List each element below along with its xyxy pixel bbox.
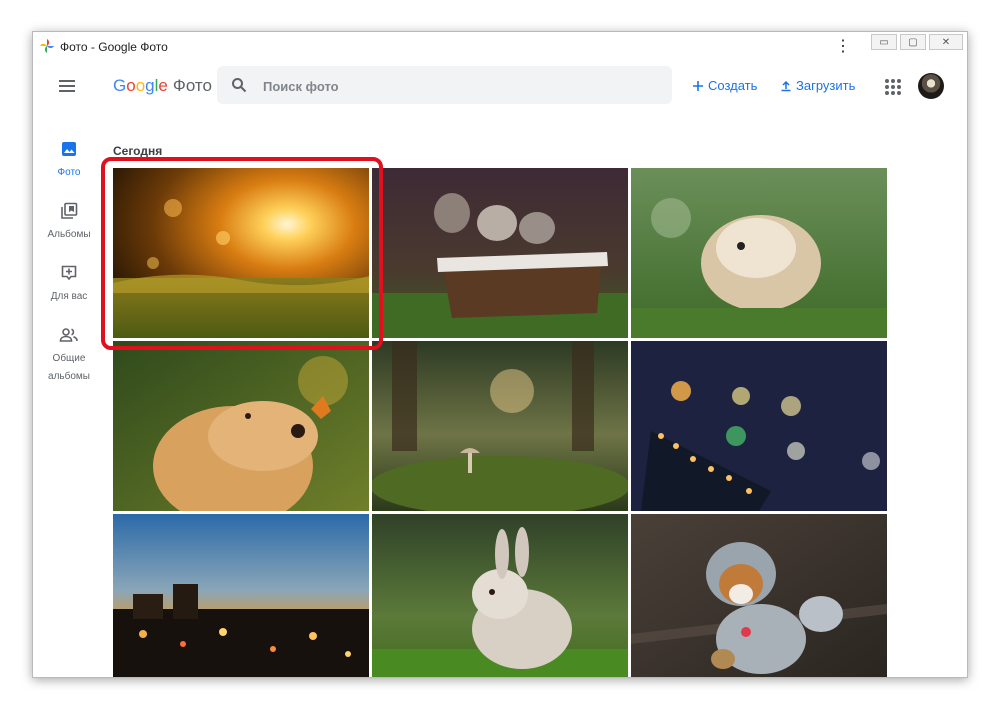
apps-dot	[891, 91, 895, 95]
hamburger-line	[59, 85, 75, 87]
create-button[interactable]: Создать	[692, 78, 757, 93]
sidebar-item-label: Для вас	[50, 291, 88, 302]
upload-label: Загрузить	[796, 78, 856, 93]
create-label: Создать	[708, 78, 758, 93]
more-options-icon[interactable]: ⋮	[835, 38, 851, 56]
apps-dot	[891, 79, 895, 83]
title-bar: Фото - Google Фото ⋮ ▭ ▢ ✕	[33, 32, 967, 60]
for-you-icon	[61, 265, 77, 281]
photo-tile-city-night[interactable]	[113, 514, 369, 678]
main-menu-button[interactable]	[56, 77, 78, 99]
photo-tile-kittens[interactable]	[372, 168, 628, 338]
search-bar[interactable]	[217, 66, 672, 106]
sidebar-item-for-you[interactable]: Для вас	[33, 264, 105, 326]
sidebar-item-shared-albums[interactable]: Общие альбомы	[33, 326, 105, 388]
photo-tile-rabbit[interactable]	[372, 514, 628, 678]
hamburger-line	[59, 90, 75, 92]
sidebar-item-label: Фото	[57, 167, 81, 178]
date-section-title: Сегодня	[113, 144, 163, 158]
google-photos-icon	[40, 39, 54, 53]
photo-tile-mushroom[interactable]	[372, 341, 628, 511]
search-icon[interactable]	[231, 77, 247, 93]
close-button[interactable]: ✕	[929, 34, 963, 50]
sidebar-item-photos[interactable]: Фото	[33, 140, 105, 202]
photo-tile-dog-costume[interactable]	[631, 514, 887, 678]
upload-icon	[781, 80, 791, 91]
logo-letter: G	[113, 76, 127, 95]
sidebar-nav: Фото Альбомы Для вас Общие альбомы	[33, 140, 105, 388]
maximize-button[interactable]: ▢	[900, 34, 926, 50]
photo-tile-dog-butterfly[interactable]	[113, 341, 369, 511]
google-photos-logo[interactable]: Google Фото	[113, 76, 212, 96]
sidebar-item-label: Альбомы	[47, 229, 91, 240]
search-input[interactable]	[261, 66, 655, 106]
logo-letter: o	[126, 76, 136, 95]
apps-dot	[885, 79, 889, 83]
logo-product-name: Фото	[172, 76, 212, 95]
apps-dot	[897, 91, 901, 95]
minimize-button[interactable]: ▭	[871, 34, 897, 50]
sidebar-item-label: Общие альбомы	[48, 353, 90, 382]
hamburger-line	[59, 80, 75, 82]
apps-dot	[885, 85, 889, 89]
apps-dot	[885, 91, 889, 95]
upload-button[interactable]: Загрузить	[780, 78, 855, 93]
photo-icon	[62, 142, 76, 156]
google-apps-icon[interactable]	[885, 79, 901, 95]
logo-letter: o	[135, 76, 146, 95]
apps-dot	[891, 85, 895, 89]
plus-icon	[693, 80, 703, 91]
account-avatar[interactable]	[918, 73, 944, 99]
browser-window: Фото - Google Фото ⋮ ▭ ▢ ✕ GoogleФото Со…	[32, 31, 968, 678]
shared-albums-icon	[59, 328, 78, 342]
window-title: Фото - Google Фото	[60, 40, 168, 54]
app-header: GoogleФото Создать Загрузить	[33, 60, 967, 116]
photo-tile-bokeh-lights[interactable]	[631, 341, 887, 511]
window-controls: ▭ ▢ ✕	[871, 32, 967, 52]
logo-letter: e	[158, 76, 168, 95]
logo-letter: g	[145, 76, 155, 95]
albums-icon	[61, 202, 78, 219]
apps-dot	[897, 79, 901, 83]
photo-tile-guinea-pig[interactable]	[631, 168, 887, 338]
sidebar-item-albums[interactable]: Альбомы	[33, 202, 105, 264]
apps-dot	[897, 85, 901, 89]
selection-highlight	[101, 157, 383, 350]
